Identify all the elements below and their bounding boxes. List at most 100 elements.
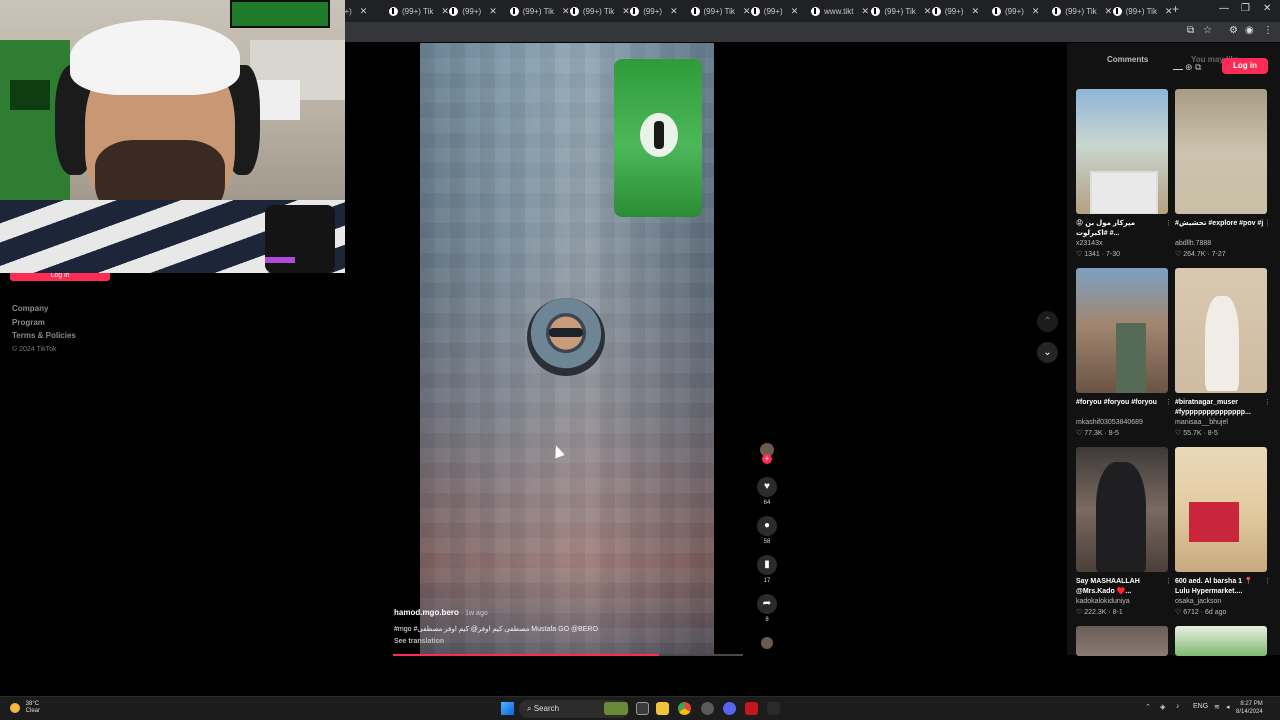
video-card[interactable]: Say MASHAALLAH @Mrs.Kado ♥️... kadokalok…	[1076, 447, 1172, 618]
tab-close-icon[interactable]: ✕	[924, 6, 932, 17]
browser-tab[interactable]: (99+) Tik ✕	[569, 3, 630, 19]
card-menu-icon[interactable]: ⋮	[1165, 577, 1172, 585]
video-card[interactable]	[1076, 626, 1168, 656]
video-card[interactable]: #foryou #foryou #foryou mkashif030538406…	[1076, 268, 1172, 439]
close-window-button[interactable]: ✕	[1263, 3, 1271, 14]
install-app-icon[interactable]: ⧉	[1187, 25, 1194, 36]
video-card-user[interactable]: x23143x	[1076, 239, 1168, 249]
browser-tab[interactable]: (99+) ✕	[750, 3, 799, 19]
share-arrow-icon[interactable]: ➦	[757, 594, 777, 614]
see-translation-link[interactable]: See translation	[394, 638, 734, 645]
video-card-user[interactable]: mkashif03053840689	[1076, 418, 1168, 428]
tray-language[interactable]: ENG	[1193, 703, 1208, 710]
tab-close-icon[interactable]: ✕	[562, 6, 570, 17]
browser-tab[interactable]: (99+) ✕	[449, 3, 497, 19]
bookmark-star-icon[interactable]: ☆	[1203, 25, 1212, 36]
panel-tool-icons[interactable]: ⊕ ⧉	[1185, 62, 1201, 73]
video-thumbnail[interactable]	[1175, 89, 1267, 214]
app-icon-settings[interactable]	[701, 702, 714, 715]
taskbar-clock[interactable]: 8:27 PM 8/14/2024	[1236, 700, 1263, 716]
video-thumbnail[interactable]	[1076, 268, 1168, 393]
author-avatar[interactable]: +	[760, 443, 774, 464]
video-card-user[interactable]: kadokalokiduniya	[1076, 597, 1168, 607]
browser-tab[interactable]: (99+) ✕	[931, 3, 980, 19]
tab-close-icon[interactable]: ✕	[1105, 6, 1113, 17]
video-card[interactable]: مپرکار مول بن 😡 #اکبرلوت #... x23143x ♡ …	[1076, 89, 1172, 260]
tab-close-icon[interactable]: ✕	[489, 6, 497, 17]
video-card-user[interactable]: abdllh.7888	[1175, 239, 1267, 249]
new-tab-button[interactable]: +	[1172, 2, 1179, 16]
file-explorer-icon[interactable]	[656, 702, 669, 715]
video-card-title[interactable]: #foryou #foryou #foryou	[1076, 398, 1168, 418]
browser-tab[interactable]: (99+) Tik ✕	[690, 3, 751, 19]
app-icon-red[interactable]	[745, 702, 758, 715]
comment-bubble-icon[interactable]: ●	[757, 516, 777, 536]
next-video-chevron-down-icon[interactable]: ⌄	[1037, 342, 1058, 363]
video-progress-bar[interactable]	[393, 654, 743, 656]
chrome-icon[interactable]	[678, 702, 691, 715]
video-card[interactable]: #تحشيش #explore #pov #j abdllh.7888 ♡ 26…	[1175, 89, 1271, 260]
footer-link-terms[interactable]: Terms & Policies	[12, 329, 76, 343]
previous-video-chevron-up-icon[interactable]: ⌃	[1037, 311, 1058, 332]
task-view-icon[interactable]	[636, 702, 649, 715]
video-card-user[interactable]: manisaa__bhujel	[1175, 418, 1267, 428]
minimize-button[interactable]: —	[1219, 3, 1229, 14]
tray-volume-icon[interactable]: ◂	[1226, 703, 1230, 711]
browser-tab[interactable]: (99+) Tik ✕	[509, 3, 570, 19]
card-menu-icon[interactable]: ⋮	[1165, 219, 1172, 227]
music-disc-icon[interactable]	[761, 637, 773, 649]
windows-start-icon[interactable]	[501, 702, 514, 715]
video-card[interactable]	[1175, 626, 1267, 656]
card-menu-icon[interactable]: ⋮	[1165, 398, 1172, 406]
video-card-title[interactable]: مپرکار مول بن 😡 #اکبرلوت #...	[1076, 219, 1168, 239]
maximize-button[interactable]: ❐	[1241, 3, 1250, 14]
like-heart-icon[interactable]: ♥	[757, 477, 777, 497]
tab-close-icon[interactable]: ✕	[791, 6, 799, 17]
video-author-username[interactable]: hamod.mgo.bero	[394, 608, 459, 617]
browser-tab[interactable]: (99+) Tik ✕	[389, 3, 449, 19]
sidebar-login-button[interactable]: Log in	[10, 273, 110, 281]
tab-comments[interactable]: Comments	[1107, 55, 1148, 64]
browser-tab[interactable]: (99+) Tik ✕	[1112, 3, 1172, 19]
video-card[interactable]: #biratnagar_muser #fypppppppppppppp... m…	[1175, 268, 1271, 439]
video-thumbnail[interactable]	[1076, 626, 1168, 656]
card-menu-icon[interactable]: ⋮	[1264, 577, 1271, 585]
footer-link-program[interactable]: Program	[12, 316, 76, 330]
video-thumbnail[interactable]	[1175, 626, 1267, 656]
video-thumbnail[interactable]	[1175, 268, 1267, 393]
video-player[interactable]	[420, 43, 714, 655]
video-thumbnail[interactable]	[1076, 447, 1168, 572]
video-card-user[interactable]: osaka_jackson	[1175, 597, 1267, 607]
tab-close-icon[interactable]: ✕	[360, 6, 368, 17]
discord-icon[interactable]	[723, 702, 736, 715]
tab-close-icon[interactable]: ✕	[670, 6, 678, 17]
capcut-icon[interactable]	[767, 702, 780, 715]
video-card[interactable]: 600 aed. Al barsha 1 📍 Lulu Hypermarket.…	[1175, 447, 1271, 618]
login-button[interactable]: Log in	[1222, 58, 1268, 74]
browser-tab[interactable]: (99+) ✕	[630, 3, 678, 19]
video-card-title[interactable]: Say MASHAALLAH @Mrs.Kado ♥️...	[1076, 577, 1168, 597]
card-menu-icon[interactable]: ⋮	[1264, 219, 1271, 227]
tray-mic-icon[interactable]: ♪	[1176, 703, 1180, 710]
taskbar-widget-icon[interactable]	[604, 702, 628, 715]
video-card-title[interactable]: 600 aed. Al barsha 1 📍 Lulu Hypermarket.…	[1175, 577, 1267, 597]
extensions-icon[interactable]: ⚙	[1229, 25, 1238, 36]
browser-tab[interactable]: www.tikt ✕	[811, 3, 869, 19]
tab-close-icon[interactable]: ✕	[743, 6, 751, 17]
tray-wifi-icon[interactable]: ≋	[1214, 703, 1220, 711]
card-menu-icon[interactable]: ⋮	[1264, 398, 1271, 406]
video-card-title[interactable]: #تحشيش #explore #pov #j	[1175, 219, 1267, 239]
tab-close-icon[interactable]: ✕	[622, 6, 630, 17]
profile-icon[interactable]: ◉	[1245, 25, 1254, 36]
tab-close-icon[interactable]: ✕	[861, 6, 869, 17]
weather-widget[interactable]: 38°C Clear	[10, 701, 40, 715]
tab-close-icon[interactable]: ✕	[441, 6, 449, 17]
video-thumbnail[interactable]	[1175, 447, 1267, 572]
footer-link-company[interactable]: Company	[12, 302, 76, 316]
tab-close-icon[interactable]: ✕	[972, 6, 980, 17]
video-thumbnail[interactable]	[1076, 89, 1168, 214]
browser-menu-icon[interactable]: ⋮	[1263, 25, 1273, 36]
browser-tab[interactable]: (99+) ✕	[992, 3, 1039, 19]
follow-plus-icon[interactable]: +	[762, 454, 772, 464]
video-card-title[interactable]: #biratnagar_muser #fypppppppppppppp...	[1175, 398, 1267, 418]
